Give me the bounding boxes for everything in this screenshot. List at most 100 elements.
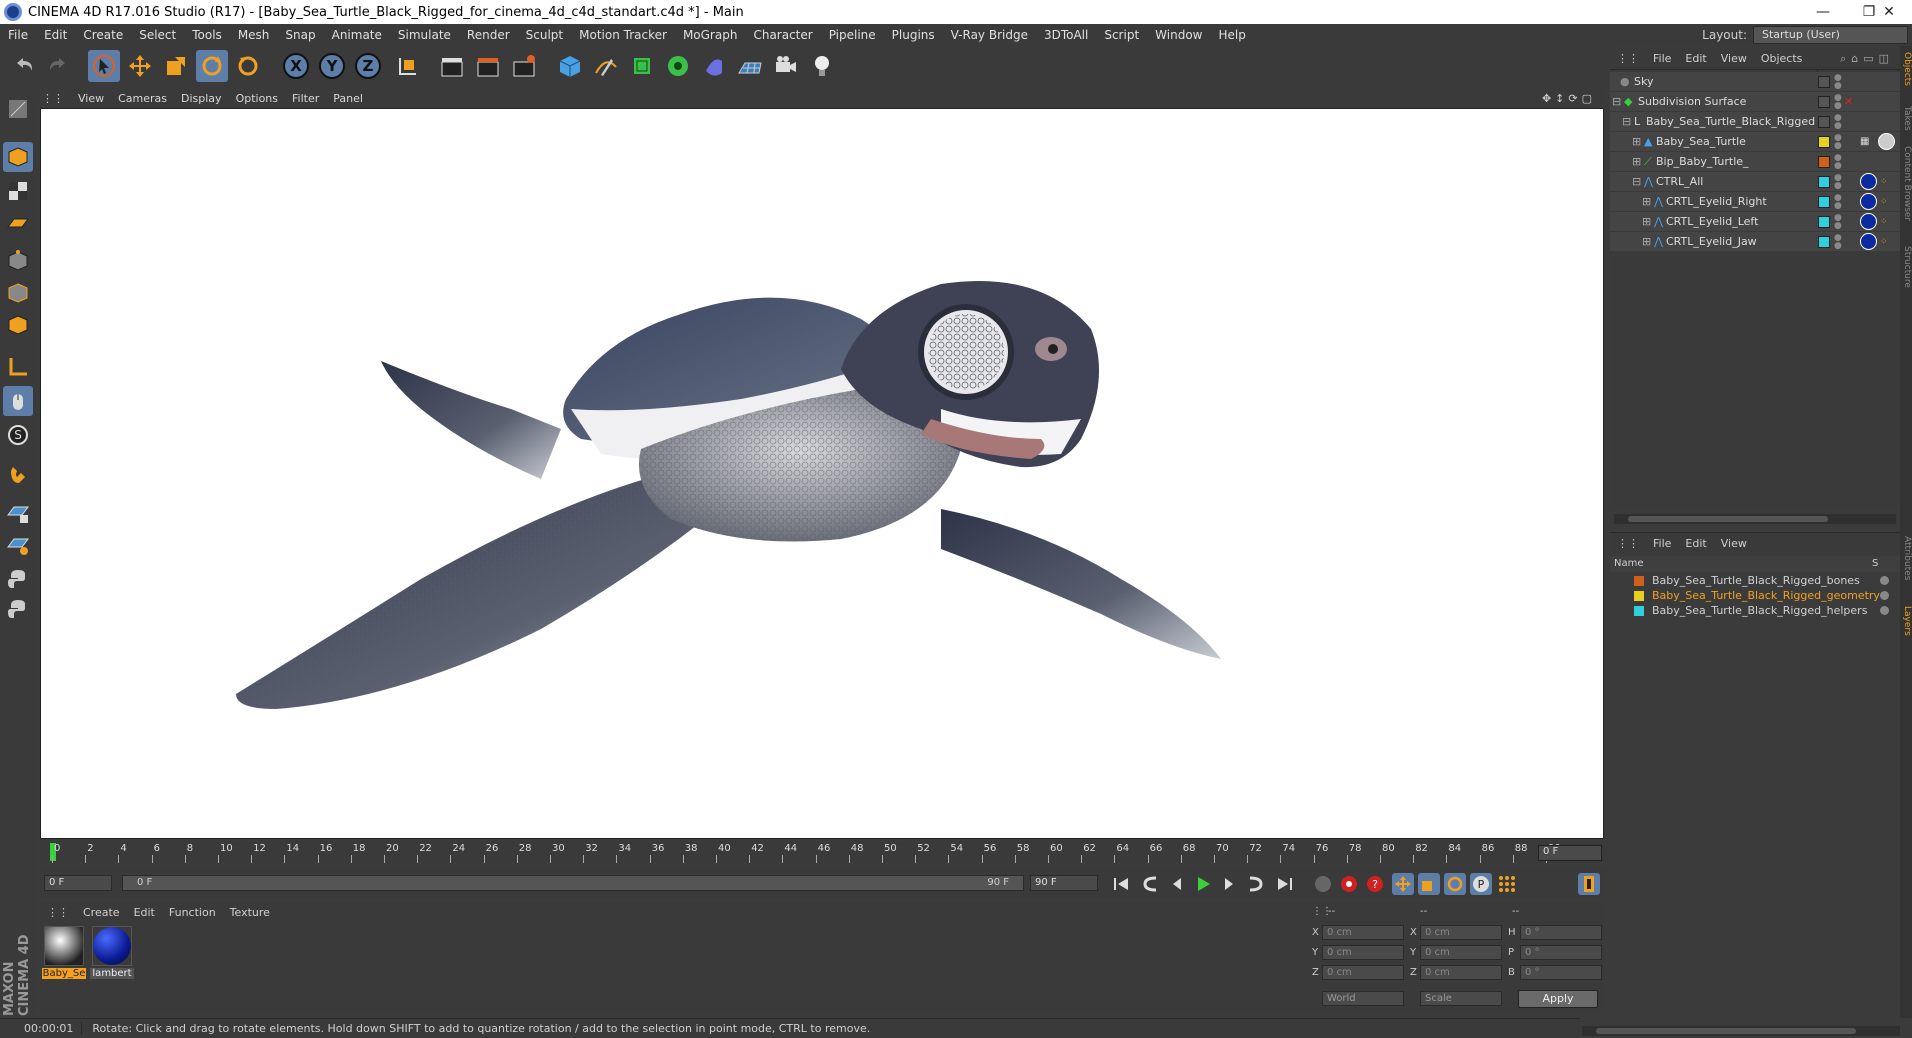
apply-button[interactable]: Apply: [1518, 990, 1598, 1008]
planar-workplane-button[interactable]: [3, 530, 33, 560]
layer-solo-toggle[interactable]: [1880, 591, 1889, 600]
material-tag-icon[interactable]: [1860, 193, 1877, 210]
menu-mesh[interactable]: Mesh: [230, 28, 278, 42]
expand-toggle-icon[interactable]: ⊟: [1622, 112, 1631, 132]
coords-size-x-field[interactable]: 0 cm: [1420, 925, 1502, 940]
key-rotation-button[interactable]: [1444, 873, 1466, 895]
material-tag-icon[interactable]: [1878, 133, 1895, 150]
next-key-button[interactable]: [1244, 873, 1266, 895]
edges-mode-button[interactable]: [3, 278, 33, 308]
layer-horizontal-scrollbar[interactable]: [1582, 1026, 1900, 1036]
rotate-tool-button[interactable]: [196, 50, 228, 82]
layer-menu-view[interactable]: View: [1714, 537, 1754, 550]
y-axis-lock-button[interactable]: Y: [316, 50, 348, 82]
tab-objects[interactable]: Objects: [1900, 52, 1912, 86]
axis-mode-button[interactable]: [3, 352, 33, 382]
menu-mograph[interactable]: MoGraph: [675, 28, 746, 42]
constraint-tag-icon[interactable]: ⁘: [1880, 172, 1888, 192]
cube-object-button[interactable]: [554, 50, 586, 82]
visibility-dots[interactable]: ● ●: [1834, 214, 1842, 231]
object-menu-view[interactable]: View: [1714, 52, 1754, 65]
record-keys-disabled-button[interactable]: [1312, 873, 1334, 895]
material-tag-icon[interactable]: [1860, 233, 1877, 250]
visibility-dots[interactable]: ● ●: [1834, 154, 1842, 171]
object-row-ctrl-all[interactable]: ⊟ ⋀ CTRL_All ● ● ⁘: [1610, 172, 1900, 192]
material-baby-sea-turtle[interactable]: Baby_Se: [42, 926, 86, 979]
layer-menu-file[interactable]: File: [1646, 537, 1678, 550]
current-frame-field[interactable]: 0 F: [1538, 845, 1602, 861]
expand-toggle-icon[interactable]: ⊞: [1642, 232, 1651, 252]
menu-snap[interactable]: Snap: [277, 28, 323, 42]
layer-swatch[interactable]: [1818, 116, 1830, 128]
layer-color-swatch[interactable]: [1634, 576, 1644, 586]
expand-toggle-icon[interactable]: ⊞: [1642, 192, 1651, 212]
timeline-window-button[interactable]: [1578, 873, 1600, 895]
object-horizontal-scrollbar[interactable]: [1614, 514, 1896, 524]
render-to-picture-viewer-button[interactable]: [472, 50, 504, 82]
scale-tool-button[interactable]: [160, 50, 192, 82]
layer-swatch[interactable]: [1818, 176, 1830, 188]
close-button[interactable]: ✕: [1866, 0, 1912, 24]
range-slider[interactable]: 0 F 90 F: [122, 875, 1024, 891]
go-to-end-button[interactable]: [1274, 873, 1296, 895]
viewport-menu-panel[interactable]: Panel: [326, 92, 370, 105]
coords-pos-y-field[interactable]: 0 cm: [1322, 945, 1404, 960]
array-button[interactable]: [662, 50, 694, 82]
expand-toggle-icon[interactable]: ⊟: [1632, 172, 1641, 192]
coords-rot-b-field[interactable]: 0 °: [1520, 965, 1602, 980]
object-row-subdivision-surface[interactable]: ⊟ ◆ Subdivision Surface ● ● ✕: [1610, 92, 1900, 112]
menu-edit[interactable]: Edit: [36, 28, 75, 42]
menu-plugins[interactable]: Plugins: [884, 28, 943, 42]
material-lambert[interactable]: lambert: [90, 926, 134, 979]
viewport-menu-view[interactable]: View: [71, 92, 111, 105]
python-script-2-button[interactable]: [3, 594, 33, 624]
menu-sculpt[interactable]: Sculpt: [518, 28, 571, 42]
menu-character[interactable]: Character: [745, 28, 820, 42]
menu-motion-tracker[interactable]: Motion Tracker: [571, 28, 675, 42]
expand-toggle-icon[interactable]: ⊞: [1632, 152, 1641, 172]
expand-toggle-icon[interactable]: ⊞: [1642, 212, 1651, 232]
expand-toggle-icon[interactable]: ⊟: [1612, 92, 1621, 112]
lock-workplane-button[interactable]: [3, 498, 33, 528]
menu-window[interactable]: Window: [1147, 28, 1210, 42]
previous-frame-button[interactable]: [1166, 873, 1188, 895]
layer-row-bones[interactable]: Baby_Sea_Turtle_Black_Rigged_bones: [1610, 573, 1900, 588]
floor-button[interactable]: [734, 50, 766, 82]
coords-pos-z-field[interactable]: 0 cm: [1322, 965, 1404, 980]
material-tag-icon[interactable]: [1860, 173, 1877, 190]
record-active-objects-button[interactable]: [1338, 873, 1360, 895]
redo-button[interactable]: [42, 50, 74, 82]
object-menu-objects[interactable]: Objects: [1754, 52, 1810, 65]
object-search-icon[interactable]: ⌕⌂▭◫: [1840, 52, 1900, 66]
snap-button[interactable]: S: [3, 420, 33, 450]
workplane-mode-button[interactable]: [3, 208, 33, 238]
object-row-eyelid-left[interactable]: ⊞ ⋀ CRTL_Eyelid_Left ● ● ⁘: [1610, 212, 1900, 232]
pen-spline-button[interactable]: [590, 50, 622, 82]
layer-swatch[interactable]: [1818, 216, 1830, 228]
menu-script[interactable]: Script: [1096, 28, 1147, 42]
layer-swatch[interactable]: [1818, 196, 1830, 208]
layer-color-swatch[interactable]: [1634, 591, 1644, 601]
live-selection-button[interactable]: [88, 50, 120, 82]
end-frame-field[interactable]: 90 F: [1030, 875, 1098, 891]
coords-rot-h-field[interactable]: 0 °: [1520, 925, 1602, 940]
key-pla-button[interactable]: [1496, 873, 1518, 895]
disabled-x-icon[interactable]: ✕: [1844, 92, 1853, 112]
deformer-button[interactable]: [698, 50, 730, 82]
render-settings-button[interactable]: [508, 50, 540, 82]
object-row-sky[interactable]: ● Sky ● ●: [1610, 72, 1900, 92]
layer-swatch[interactable]: [1818, 76, 1830, 88]
menu-help[interactable]: Help: [1210, 28, 1253, 42]
visibility-dots[interactable]: ● ●: [1834, 134, 1842, 151]
constraint-tag-icon[interactable]: ⁘: [1880, 192, 1888, 212]
3d-viewport[interactable]: [40, 108, 1604, 839]
model-mode-button[interactable]: [3, 142, 33, 172]
size-mode-dropdown[interactable]: Scale: [1420, 991, 1502, 1006]
constraint-tag-icon[interactable]: ⁘: [1880, 232, 1888, 252]
object-row-rigged-null[interactable]: ⊟ L Baby_Sea_Turtle_Black_Rigged ● ●: [1610, 112, 1900, 132]
menu-vray-bridge[interactable]: V-Ray Bridge: [943, 28, 1036, 42]
layer-row-helpers[interactable]: Baby_Sea_Turtle_Black_Rigged_helpers: [1610, 603, 1900, 618]
layer-solo-toggle[interactable]: [1880, 576, 1889, 585]
material-menu-texture[interactable]: Texture: [223, 906, 277, 919]
texture-mode-button[interactable]: [3, 176, 33, 206]
